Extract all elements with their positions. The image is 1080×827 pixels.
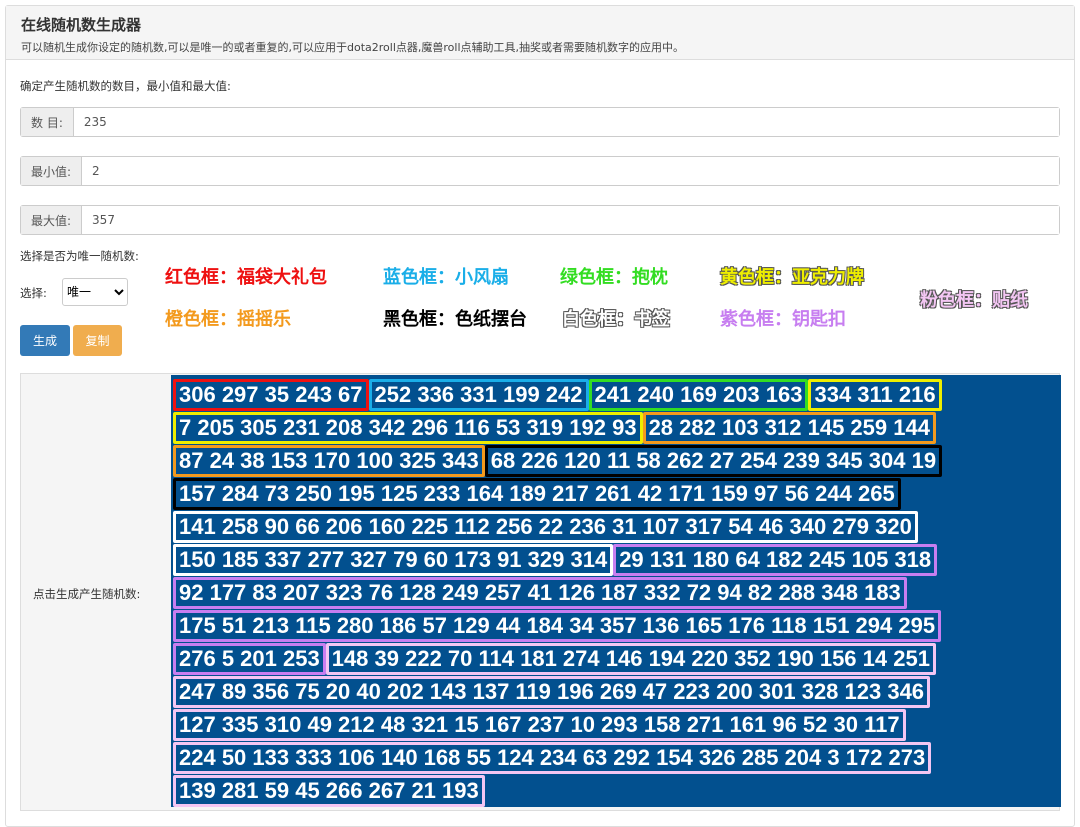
number-row: 87 24 38 153 170 100 325 343 68 226 120 1… <box>173 444 1059 477</box>
number-group: 148 39 222 70 114 181 274 146 194 220 35… <box>325 642 936 675</box>
legend-item: 黑色框：色纸摆台 <box>383 309 527 330</box>
number-group: 68 226 120 11 58 262 27 254 239 345 304 … <box>484 444 943 477</box>
min-label: 最小值: <box>21 157 83 185</box>
legend-item: 黄色框：亚克力牌 <box>720 267 864 288</box>
number-group: 224 50 133 333 106 140 168 55 124 234 63… <box>173 741 932 774</box>
number-group: 127 335 310 49 212 48 321 15 167 237 10 … <box>173 708 906 741</box>
number-group: 139 281 59 45 266 267 21 193 <box>173 774 485 807</box>
number-group: 141 258 90 66 206 160 225 112 256 22 236… <box>173 510 918 543</box>
legend-item: 蓝色框：小风扇 <box>383 267 509 288</box>
generate-button[interactable]: 生成 <box>20 325 70 356</box>
number-group: 92 177 83 207 323 76 128 249 257 41 126 … <box>173 576 907 609</box>
output-area: 点击生成产生随机数: 306 297 35 243 67 252 336 331 … <box>20 373 1061 811</box>
min-input[interactable] <box>82 157 1059 185</box>
max-input[interactable] <box>82 206 1059 234</box>
number-group: 87 24 38 153 170 100 325 343 <box>173 444 485 477</box>
legend-item: 紫色框：钥匙扣 <box>720 309 846 330</box>
number-row: 157 284 73 250 195 125 233 164 189 217 2… <box>173 477 1059 510</box>
page-title: 在线随机数生成器 <box>21 16 142 34</box>
number-group: 252 336 331 199 242 <box>368 378 589 411</box>
number-row: 224 50 133 333 106 140 168 55 124 234 63… <box>173 741 1059 774</box>
number-group: 157 284 73 250 195 125 233 164 189 217 2… <box>173 477 901 510</box>
number-row: 306 297 35 243 67 252 336 331 199 242 241 … <box>173 378 1059 411</box>
max-group: 最大值: <box>20 205 1060 235</box>
max-label: 最大值: <box>21 206 83 234</box>
number-row: 141 258 90 66 206 160 225 112 256 22 236… <box>173 510 1059 543</box>
count-input[interactable] <box>73 108 1059 136</box>
number-row: 127 335 310 49 212 48 321 15 167 237 10 … <box>173 708 1059 741</box>
number-group: 334 311 216 <box>808 378 942 411</box>
number-row: 150 185 337 277 327 79 60 173 91 329 314… <box>173 543 1059 576</box>
select-label: 选择: <box>20 286 47 300</box>
number-group: 29 131 180 64 182 245 105 318 <box>613 543 938 576</box>
legend-item: 红色框：福袋大礼包 <box>165 267 327 288</box>
legend-item: 橙色框：摇摇乐 <box>165 309 291 330</box>
number-row: 247 89 356 75 20 40 202 143 137 119 196 … <box>173 675 1059 708</box>
unique-question: 选择是否为唯一随机数: <box>20 249 139 263</box>
unique-select[interactable]: 唯一 <box>62 278 128 306</box>
number-row: 175 51 213 115 280 186 57 129 44 184 34 … <box>173 609 1059 642</box>
number-group: 241 240 169 203 163 <box>588 378 809 411</box>
random-numbers-result[interactable]: 306 297 35 243 67 252 336 331 199 242 241 … <box>171 375 1061 807</box>
number-group: 247 89 356 75 20 40 202 143 137 119 196 … <box>173 675 931 708</box>
min-group: 最小值: <box>20 156 1060 186</box>
number-group: 276 5 201 253 <box>173 642 326 675</box>
number-group: 175 51 213 115 280 186 57 129 44 184 34 … <box>173 609 942 642</box>
count-label: 数 目: <box>21 108 74 136</box>
number-group: 150 185 337 277 327 79 60 173 91 329 314 <box>173 543 614 576</box>
number-group: 28 282 103 312 145 259 144 <box>642 411 936 444</box>
number-row: 92 177 83 207 323 76 128 249 257 41 126 … <box>173 576 1059 609</box>
number-row: 276 5 201 253 148 39 222 70 114 181 274 1… <box>173 642 1059 675</box>
legend-item: 白色框：书签 <box>562 309 670 330</box>
number-group: 7 205 305 231 208 342 296 116 53 319 192… <box>173 411 643 444</box>
output-label: 点击生成产生随机数: <box>33 587 141 601</box>
panel-header: 在线随机数生成器 可以随机生成你设定的随机数,可以是唯一的或者重复的,可以应用于… <box>6 6 1074 60</box>
legend-item: 粉色框：贴纸 <box>920 290 1028 311</box>
page-subtitle: 可以随机生成你设定的随机数,可以是唯一的或者重复的,可以应用于dota2roll… <box>21 41 684 54</box>
legend-item: 绿色框：抱枕 <box>560 267 668 288</box>
count-group: 数 目: <box>20 107 1060 137</box>
copy-button[interactable]: 复制 <box>73 325 122 356</box>
number-row: 139 281 59 45 266 267 21 193 <box>173 774 1059 807</box>
number-row: 7 205 305 231 208 342 296 116 53 319 192… <box>173 411 1059 444</box>
number-group: 306 297 35 243 67 <box>173 378 369 411</box>
intro-label: 确定产生随机数的数目，最小值和最大值: <box>20 79 231 93</box>
